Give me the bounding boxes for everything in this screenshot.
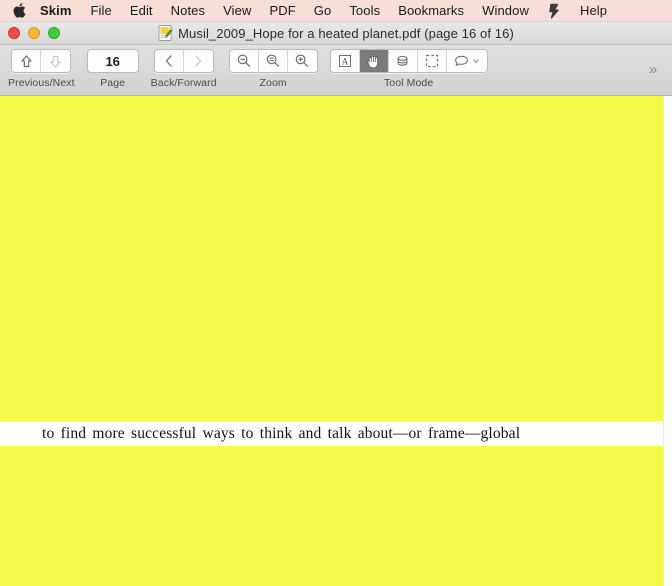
pdf-document-view[interactable]: to find more successful ways to think an… bbox=[0, 96, 672, 586]
zoom-segment bbox=[228, 49, 318, 73]
minimize-button[interactable] bbox=[28, 27, 40, 39]
toolbar-group-previous-next: Previous/Next bbox=[8, 49, 75, 89]
toolbar-groups: Previous/Next 16 Page Back/Forward Zoom … bbox=[8, 45, 488, 96]
back-button[interactable] bbox=[154, 50, 184, 72]
zoom-out-button[interactable] bbox=[229, 50, 259, 72]
window-title: Musil_2009_Hope for a heated planet.pdf … bbox=[178, 25, 514, 41]
previous-next-segment bbox=[11, 49, 72, 73]
skim-pdf-document-icon bbox=[158, 25, 174, 41]
toolbar-group-zoom: Zoom bbox=[228, 49, 318, 89]
skim-pdf-window: Skim File Edit Notes View PDF Go Tools B… bbox=[0, 0, 672, 586]
menu-item-file[interactable]: File bbox=[81, 0, 120, 22]
note-tool-button[interactable] bbox=[446, 50, 487, 72]
zoom-in-button[interactable] bbox=[287, 50, 317, 72]
previous-page-button[interactable] bbox=[12, 50, 42, 72]
page-number-input[interactable]: 16 bbox=[86, 49, 139, 73]
window-controls bbox=[8, 27, 60, 39]
forward-button[interactable] bbox=[183, 50, 213, 72]
chevron-down-icon bbox=[473, 59, 480, 63]
svg-text:A: A bbox=[341, 57, 348, 67]
menu-item-help[interactable]: Help bbox=[571, 0, 616, 22]
text-tool-button[interactable]: A bbox=[330, 50, 360, 72]
menu-extra-icon[interactable] bbox=[538, 3, 571, 19]
menu-item-tools[interactable]: Tools bbox=[340, 0, 389, 22]
toolbar-label-tool-mode: Tool Mode bbox=[383, 77, 434, 89]
zoom-actual-size-button[interactable] bbox=[258, 50, 288, 72]
menu-bar: Skim File Edit Notes View PDF Go Tools B… bbox=[0, 0, 672, 22]
toolbar-group-tool-mode: A Tool Mode bbox=[329, 49, 488, 89]
menu-item-skim[interactable]: Skim bbox=[30, 0, 81, 22]
title-bar-center: Musil_2009_Hope for a heated planet.pdf … bbox=[0, 25, 672, 41]
apple-logo-icon[interactable] bbox=[8, 2, 30, 19]
toolbar-group-page: 16 Page bbox=[86, 49, 139, 89]
pdf-text-line: to find more successful ways to think an… bbox=[0, 421, 663, 446]
magnify-tool-button[interactable] bbox=[388, 50, 418, 72]
vertical-scrollbar[interactable] bbox=[663, 96, 672, 586]
menu-item-window[interactable]: Window bbox=[473, 0, 538, 22]
toolbar-label-zoom: Zoom bbox=[259, 77, 287, 89]
title-bar: Musil_2009_Hope for a heated planet.pdf … bbox=[0, 22, 672, 45]
maximize-button[interactable] bbox=[48, 27, 60, 39]
scroll-hand-tool-button[interactable] bbox=[359, 50, 389, 72]
select-tool-button[interactable] bbox=[417, 50, 447, 72]
toolbar-group-back-forward: Back/Forward bbox=[151, 49, 217, 89]
toolbar-overflow-button[interactable]: » bbox=[642, 59, 662, 79]
close-button[interactable] bbox=[8, 27, 20, 39]
menu-item-go[interactable]: Go bbox=[305, 0, 341, 22]
menu-item-notes[interactable]: Notes bbox=[162, 0, 214, 22]
menu-item-edit[interactable]: Edit bbox=[121, 0, 162, 22]
menu-item-pdf[interactable]: PDF bbox=[260, 0, 304, 22]
menu-item-view[interactable]: View bbox=[214, 0, 260, 22]
toolbar-label-back-forward: Back/Forward bbox=[150, 77, 217, 89]
menu-item-bookmarks[interactable]: Bookmarks bbox=[389, 0, 473, 22]
toolbar: Previous/Next 16 Page Back/Forward Zoom … bbox=[0, 45, 672, 96]
toolbar-label-page: Page bbox=[100, 77, 126, 89]
next-page-button[interactable] bbox=[41, 50, 71, 72]
toolbar-label-previous-next: Previous/Next bbox=[8, 77, 75, 89]
pdf-text-content: to find more successful ways to think an… bbox=[42, 424, 521, 442]
tool-mode-segment: A bbox=[329, 49, 488, 73]
back-forward-segment bbox=[153, 49, 214, 73]
page-number-value: 16 bbox=[105, 53, 120, 69]
